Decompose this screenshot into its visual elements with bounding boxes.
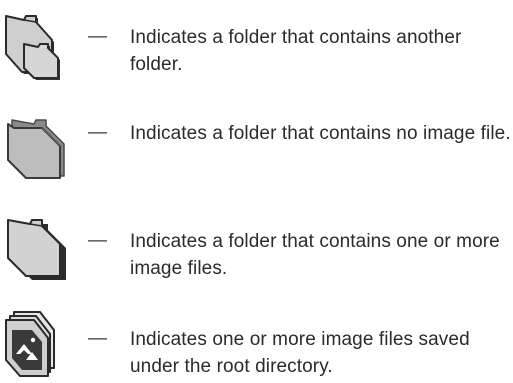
folder-containing-folder-icon	[4, 10, 72, 82]
legend-description: Indicates one or more image files saved …	[130, 329, 470, 377]
legend-description: Indicates a folder that contains no imag…	[130, 123, 511, 144]
legend-dash: —	[88, 26, 107, 47]
legend-dash: —	[88, 328, 107, 349]
legend-dash: —	[88, 230, 107, 251]
root-image-files-icon	[4, 308, 72, 380]
legend-dash: —	[88, 122, 107, 143]
legend-description: Indicates a folder that contains another…	[130, 27, 462, 75]
folder-with-images-icon	[4, 212, 72, 284]
empty-folder-icon	[4, 110, 72, 182]
legend-description: Indicates a folder that contains one or …	[130, 231, 500, 279]
